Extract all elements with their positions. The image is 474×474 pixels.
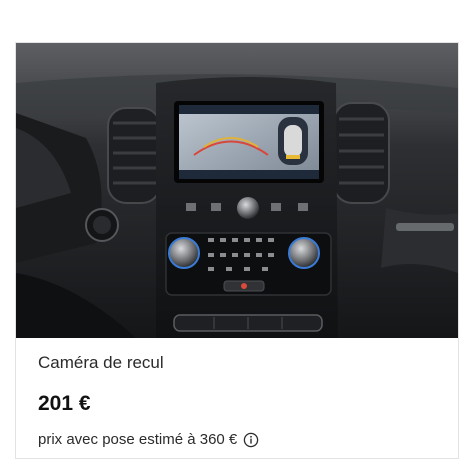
product-price: 201 € xyxy=(38,392,91,415)
product-card[interactable]: Caméra de recul 201 € prix avec pose est… xyxy=(15,42,459,459)
info-circle-icon[interactable] xyxy=(243,432,259,448)
install-price-line: prix avec pose estimé à 360 € xyxy=(38,431,259,448)
install-price-text: prix avec pose estimé à 360 € xyxy=(38,431,238,448)
product-photo xyxy=(16,43,458,338)
product-title: Caméra de recul xyxy=(38,353,164,372)
